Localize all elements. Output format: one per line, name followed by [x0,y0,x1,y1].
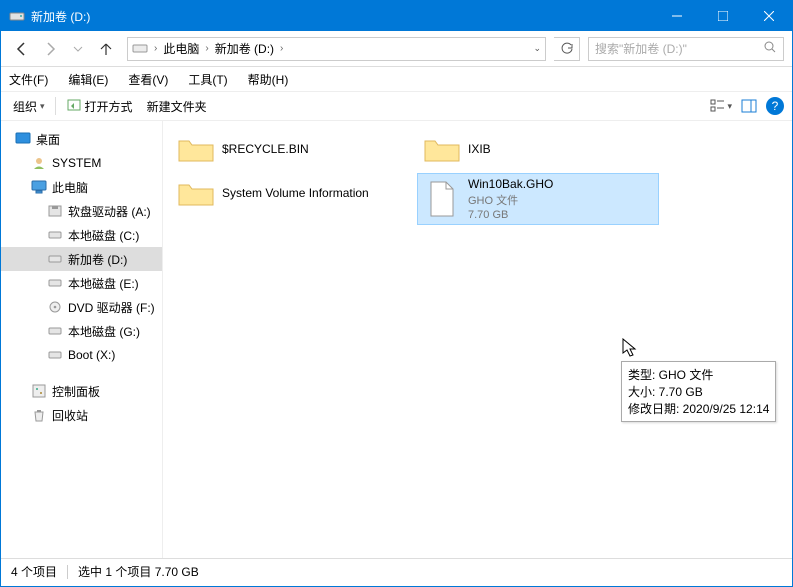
tree-local-e[interactable]: 本地磁盘 (E:) [1,271,162,295]
search-box[interactable] [588,37,784,61]
tooltip: 类型: GHO 文件 大小: 7.70 GB 修改日期: 2020/9/25 1… [621,361,776,422]
file-name: System Volume Information [222,186,369,200]
navigation-bar: › 此电脑 › 新加卷 (D:) › ⌄ [1,31,792,67]
file-type: GHO 文件 [468,192,553,208]
menu-edit[interactable]: 编辑(E) [64,69,112,90]
file-name: IXIB [468,142,491,156]
tree-thispc[interactable]: 此电脑 [1,175,162,199]
file-svi[interactable]: System Volume Information [171,173,413,213]
back-button[interactable] [9,36,35,62]
file-icon [422,179,462,219]
menu-tools[interactable]: 工具(T) [184,69,231,90]
breadcrumb-thispc[interactable]: 此电脑 [159,40,203,57]
drive-icon [47,326,63,336]
tree-local-c[interactable]: 本地磁盘 (C:) [1,223,162,247]
file-recyclebin[interactable]: $RECYCLE.BIN [171,129,413,169]
breadcrumb-newvolume[interactable]: 新加卷 (D:) [211,40,278,57]
address-dropdown-button[interactable]: ⌄ [533,43,541,54]
file-win10bak-gho[interactable]: Win10Bak.GHO GHO 文件 7.70 GB [417,173,659,225]
view-options-button[interactable]: ▾ [710,99,732,113]
tree-newvolume-d[interactable]: 新加卷 (D:) [1,247,162,271]
cursor-icon [622,338,640,360]
chevron-right-icon[interactable]: › [203,43,210,54]
tooltip-type: 类型: GHO 文件 [628,366,769,383]
chevron-right-icon[interactable]: › [278,43,285,54]
toolbar: 组织▾ 打开方式 新建文件夹 ▾ ? [1,91,792,121]
desktop-icon [15,132,31,146]
controlpanel-icon [31,384,47,398]
chevron-right-icon[interactable]: › [152,43,159,54]
open-with-button[interactable]: 打开方式 [62,96,137,117]
address-drive-icon [132,43,148,55]
minimize-button[interactable] [654,1,700,31]
recyclebin-icon [31,408,47,422]
folder-icon [176,129,216,169]
organize-button[interactable]: 组织▾ [9,96,49,117]
preview-pane-button[interactable] [738,99,760,113]
search-input[interactable] [595,39,763,59]
content-pane[interactable]: $RECYCLE.BIN IXIB System Volume Informat… [163,121,792,558]
new-folder-button[interactable]: 新建文件夹 [143,96,211,117]
tree-desktop[interactable]: 桌面 [1,127,162,151]
tree-recyclebin[interactable]: 回收站 [1,403,162,427]
menu-bar: 文件(F) 编辑(E) 查看(V) 工具(T) 帮助(H) [1,67,792,91]
folder-icon [422,129,462,169]
status-bar: 4 个项目 选中 1 个项目 7.70 GB [1,558,792,584]
file-name: $RECYCLE.BIN [222,142,309,156]
maximize-button[interactable] [700,1,746,31]
recent-locations-button[interactable] [65,36,91,62]
address-bar[interactable]: › 此电脑 › 新加卷 (D:) › ⌄ [127,37,546,61]
drive-icon [47,278,63,288]
menu-view[interactable]: 查看(V) [124,69,172,90]
drive-icon [47,254,63,264]
status-selection: 选中 1 个项目 7.70 GB [78,563,199,580]
menu-file[interactable]: 文件(F) [5,69,52,90]
pc-icon [31,180,47,194]
user-icon [31,156,47,170]
dvd-icon [47,300,63,314]
drive-icon [9,8,25,24]
forward-button[interactable] [37,36,63,62]
tree-system[interactable]: SYSTEM [1,151,162,175]
tree-local-g[interactable]: 本地磁盘 (G:) [1,319,162,343]
folder-icon [176,173,216,213]
status-count: 4 个项目 [11,563,57,580]
file-ixib[interactable]: IXIB [417,129,659,169]
title-bar: 新加卷 (D:) [1,1,792,31]
file-name: Win10Bak.GHO [468,177,553,191]
navigation-pane[interactable]: 桌面 SYSTEM 此电脑 软盘驱动器 (A:) 本地磁盘 (C:) 新加卷 (… [1,121,163,558]
tooltip-modified: 修改日期: 2020/9/25 12:14 [628,400,769,417]
help-button[interactable]: ? [766,97,784,115]
tooltip-size: 大小: 7.70 GB [628,383,769,400]
file-size: 7.70 GB [468,209,553,221]
menu-help[interactable]: 帮助(H) [244,69,293,90]
drive-icon [47,230,63,240]
refresh-button[interactable] [554,37,580,61]
window-title: 新加卷 (D:) [31,8,654,25]
tree-boot-x[interactable]: Boot (X:) [1,343,162,367]
close-button[interactable] [746,1,792,31]
tree-floppy[interactable]: 软盘驱动器 (A:) [1,199,162,223]
search-icon[interactable] [763,40,777,57]
up-button[interactable] [93,36,119,62]
tree-dvd-f[interactable]: DVD 驱动器 (F:) [1,295,162,319]
drive-icon [47,350,63,360]
open-with-icon [66,98,82,114]
floppy-icon [47,205,63,217]
tree-controlpanel[interactable]: 控制面板 [1,379,162,403]
